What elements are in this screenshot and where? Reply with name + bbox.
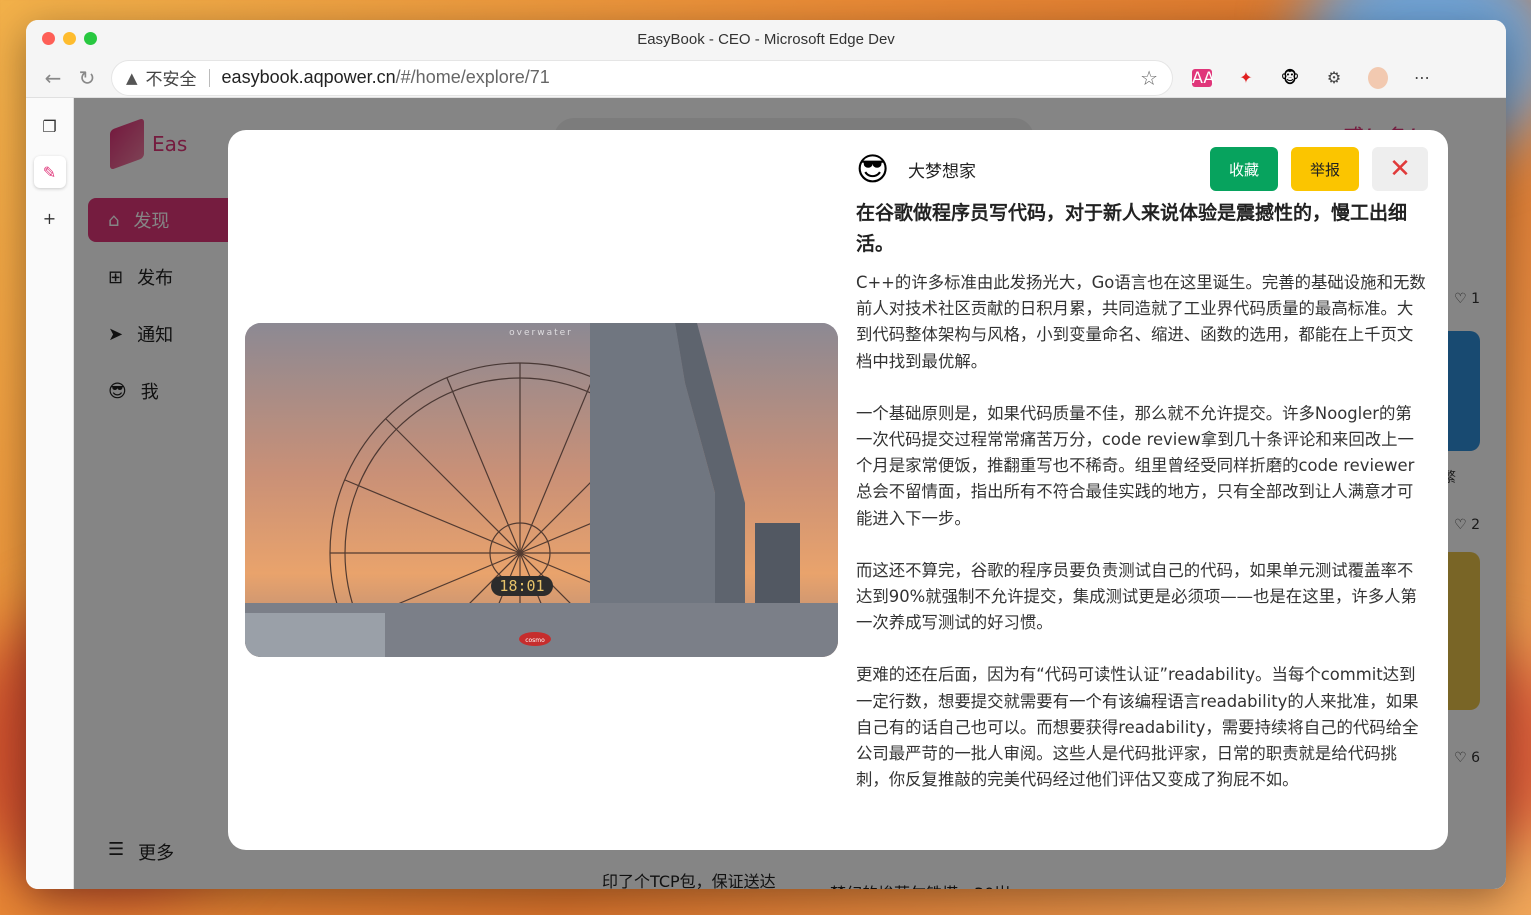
maple-leaf-extension-icon[interactable]: ✦ [1236,68,1256,87]
back-icon[interactable]: ← [36,63,70,93]
refresh-icon[interactable]: ↻ [70,63,104,93]
post-title: 在谷歌做程序员写代码，对于新人来说体验是震撼性的，慢工出细活。 [856,202,1408,255]
browser-window: EasyBook - CEO - Microsoft Edge Dev ← ↻ … [26,20,1506,889]
photo-watermark: overwater [509,328,573,338]
report-button[interactable]: 举报 [1291,147,1359,191]
author-name[interactable]: 大梦想家 [908,157,976,182]
maximize-window-button[interactable] [84,32,97,45]
post-paragraph: C++的许多标准由此发扬光大，Go语言也在这里诞生。完善的基础设施和无数前人对技… [856,273,1426,371]
new-tab-icon[interactable]: + [34,202,66,234]
profile-avatar[interactable] [1368,66,1388,89]
tab-actions-icon[interactable]: ❐ [34,110,66,142]
vertical-tabs-bar: ❐ ✎ + [26,98,74,889]
post-paragraph: 一个基础原则是，如果代码质量不佳，那么就不允许提交。许多Noogler的第一次代… [856,403,1415,528]
insecure-label: 不安全 [145,70,197,90]
url-host: easybook.aqpower.cn [221,67,396,87]
photo-sign: cosmo [525,637,545,644]
author-avatar[interactable]: 😎 [856,150,898,188]
browser-toolbar: ← ↻ ▲ 不安全 easybook.aqpower.cn/#/home/exp… [26,58,1506,98]
address-bar[interactable]: ▲ 不安全 easybook.aqpower.cn/#/home/explore… [112,60,1172,95]
post-detail-modal: 18:01 overwater cosmo 😎 大梦想家 收藏 举报 ✕ 在谷歌… [228,130,1448,850]
tab-easybook[interactable]: ✎ [33,156,66,188]
minimize-window-button[interactable] [63,32,76,45]
favorite-star-icon[interactable]: ☆ [1140,66,1158,90]
divider [208,68,210,87]
post-paragraph: 而这还不算完，谷歌的程序员要负责测试自己的代码，如果单元测试覆盖率不达到90%就… [856,560,1417,633]
author-row: 😎 大梦想家 收藏 举报 ✕ [856,147,1428,191]
post-body: C++的许多标准由此发扬光大，Go语言也在这里诞生。完善的基础设施和无数前人对技… [856,270,1428,793]
post-detail: 😎 大梦想家 收藏 举报 ✕ 在谷歌做程序员写代码，对于新人来说体验是震撼性的，… [856,147,1428,819]
translate-extension-icon[interactable]: AA [1192,68,1214,87]
window-title: EasyBook - CEO - Microsoft Edge Dev [637,30,895,48]
ferris-wheel-city-image: 18:01 overwater cosmo [245,323,838,657]
photo-clock: 18:01 [499,577,544,595]
web-page: Eas 感！冬！ ⌂ 发现 ⊞ 发布 ➤ 通知 😎 我 [74,98,1506,889]
monkey-extension-icon[interactable]: 🐵 [1280,68,1300,87]
post-photo: 18:01 overwater cosmo [245,323,838,657]
extensions-puzzle-icon[interactable]: ⚙ [1324,68,1344,87]
collect-button[interactable]: 收藏 [1210,147,1278,191]
title-bar: EasyBook - CEO - Microsoft Edge Dev [26,20,1506,58]
close-window-button[interactable] [42,32,55,45]
more-menu-icon[interactable]: ⋯ [1412,68,1432,87]
url-path: /#/home/explore/71 [395,67,550,87]
post-paragraph: 更难的还在后面，因为有“代码可读性认证”readability。当每个commi… [856,665,1419,790]
warning-icon: ▲ [126,68,138,87]
close-icon[interactable]: ✕ [1372,147,1428,191]
